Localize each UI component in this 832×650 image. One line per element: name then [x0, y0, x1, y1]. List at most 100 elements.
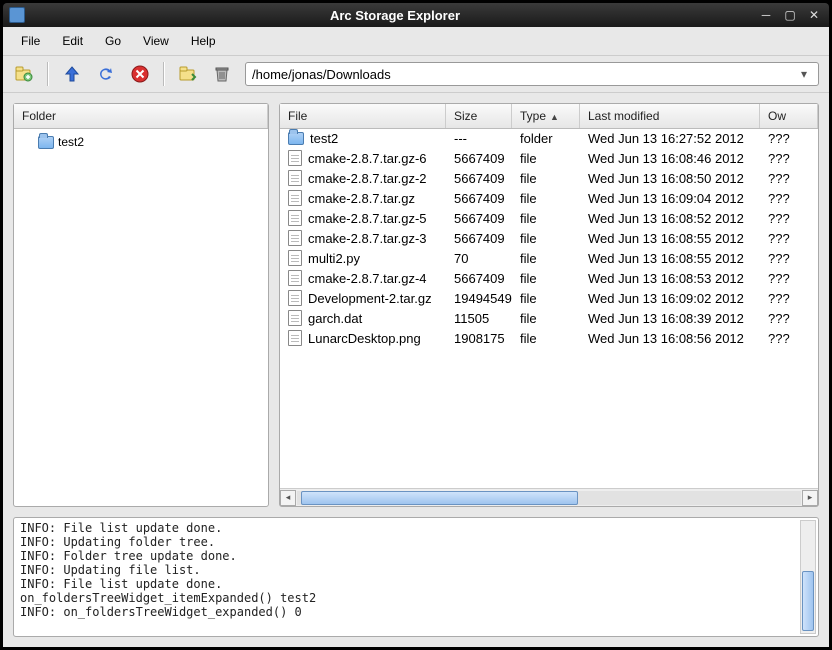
file-size: 5667409 [446, 188, 512, 208]
file-owner: ??? [760, 228, 818, 248]
menubar: File Edit Go View Help [3, 27, 829, 55]
file-name: cmake-2.8.7.tar.gz [308, 191, 415, 206]
file-type: file [512, 248, 580, 268]
log-line: INFO: on_foldersTreeWidget_expanded() 0 [20, 605, 812, 619]
table-row[interactable]: garch.dat11505fileWed Jun 13 16:08:39 20… [280, 308, 818, 328]
file-owner: ??? [760, 208, 818, 228]
file-icon [288, 230, 302, 246]
file-name: cmake-2.8.7.tar.gz-3 [308, 231, 427, 246]
file-icon [288, 310, 302, 326]
table-row[interactable]: cmake-2.8.7.tar.gz-55667409fileWed Jun 1… [280, 208, 818, 228]
file-icon [288, 330, 302, 346]
table-row[interactable]: cmake-2.8.7.tar.gz-65667409fileWed Jun 1… [280, 148, 818, 168]
file-list-panel: File Size Type▲ Last modified Ow test2 --… [279, 103, 819, 507]
log-line: INFO: Folder tree update done. [20, 549, 812, 563]
log-line: INFO: File list update done. [20, 577, 812, 591]
menu-view[interactable]: View [133, 31, 179, 51]
new-folder-icon[interactable] [13, 63, 35, 85]
file-icon [288, 210, 302, 226]
file-modified: Wed Jun 13 16:09:02 2012 [580, 288, 760, 308]
log-line: INFO: Updating file list. [20, 563, 812, 577]
menu-file[interactable]: File [11, 31, 50, 51]
file-icon [288, 290, 302, 306]
log-line: INFO: File list update done. [20, 521, 812, 535]
vertical-scrollbar[interactable] [800, 520, 816, 634]
path-combobox[interactable]: ▾ [245, 62, 819, 86]
scroll-right-icon[interactable]: ▸ [802, 490, 818, 506]
file-size: 5667409 [446, 208, 512, 228]
col-type[interactable]: Type▲ [512, 104, 580, 128]
file-modified: Wed Jun 13 16:08:55 2012 [580, 228, 760, 248]
file-name: test2 [310, 131, 338, 146]
menu-go[interactable]: Go [95, 31, 131, 51]
file-modified: Wed Jun 13 16:08:52 2012 [580, 208, 760, 228]
log-panel[interactable]: INFO: File list update done.INFO: Updati… [13, 517, 819, 637]
col-size[interactable]: Size [446, 104, 512, 128]
file-type: file [512, 288, 580, 308]
file-icon [288, 150, 302, 166]
file-owner: ??? [760, 248, 818, 268]
scroll-thumb[interactable] [802, 571, 814, 631]
refresh-icon[interactable] [95, 63, 117, 85]
table-row[interactable]: Development-2.tar.gz19494549fileWed Jun … [280, 288, 818, 308]
scroll-left-icon[interactable]: ◂ [280, 490, 296, 506]
menu-edit[interactable]: Edit [52, 31, 93, 51]
tree-item[interactable]: test2 [18, 133, 264, 151]
titlebar[interactable]: Arc Storage Explorer ─ ▢ ✕ [3, 3, 829, 27]
file-modified: Wed Jun 13 16:08:56 2012 [580, 328, 760, 348]
window-title: Arc Storage Explorer [33, 8, 757, 23]
open-folder-icon[interactable] [177, 63, 199, 85]
file-name: cmake-2.8.7.tar.gz-6 [308, 151, 427, 166]
table-row[interactable]: cmake-2.8.7.tar.gz5667409fileWed Jun 13 … [280, 188, 818, 208]
file-modified: Wed Jun 13 16:08:39 2012 [580, 308, 760, 328]
folder-header[interactable]: Folder [14, 104, 268, 128]
file-owner: ??? [760, 288, 818, 308]
minimize-button[interactable]: ─ [757, 8, 775, 22]
sort-asc-icon: ▲ [550, 112, 559, 122]
table-row[interactable]: cmake-2.8.7.tar.gz-35667409fileWed Jun 1… [280, 228, 818, 248]
file-name: LunarcDesktop.png [308, 331, 421, 346]
path-input[interactable] [252, 67, 796, 82]
folder-tree[interactable]: test2 [14, 129, 268, 506]
log-line: INFO: Updating folder tree. [20, 535, 812, 549]
file-size: --- [446, 129, 512, 148]
table-row[interactable]: cmake-2.8.7.tar.gz-45667409fileWed Jun 1… [280, 268, 818, 288]
up-arrow-icon[interactable] [61, 63, 83, 85]
col-file[interactable]: File [280, 104, 446, 128]
file-type: file [512, 268, 580, 288]
table-row[interactable]: LunarcDesktop.png1908175fileWed Jun 13 1… [280, 328, 818, 348]
file-owner: ??? [760, 188, 818, 208]
close-button[interactable]: ✕ [805, 8, 823, 22]
file-name: garch.dat [308, 311, 362, 326]
table-row[interactable]: multi2.py70fileWed Jun 13 16:08:55 2012?… [280, 248, 818, 268]
file-icon [288, 190, 302, 206]
col-owner[interactable]: Ow [760, 104, 818, 128]
file-name: multi2.py [308, 251, 360, 266]
trash-icon[interactable] [211, 63, 233, 85]
stop-icon[interactable] [129, 63, 151, 85]
file-owner: ??? [760, 129, 818, 148]
file-modified: Wed Jun 13 16:08:55 2012 [580, 248, 760, 268]
file-icon [288, 270, 302, 286]
file-owner: ??? [760, 328, 818, 348]
file-modified: Wed Jun 13 16:27:52 2012 [580, 129, 760, 148]
chevron-down-icon[interactable]: ▾ [796, 67, 812, 81]
horizontal-scrollbar[interactable]: ◂ ▸ [280, 488, 818, 506]
file-type: file [512, 308, 580, 328]
file-type: file [512, 208, 580, 228]
folder-icon [288, 132, 304, 145]
folder-tree-panel: Folder test2 [13, 103, 269, 507]
menu-help[interactable]: Help [181, 31, 226, 51]
table-row[interactable]: cmake-2.8.7.tar.gz-25667409fileWed Jun 1… [280, 168, 818, 188]
folder-icon [38, 136, 54, 149]
table-row[interactable]: test2 ---folderWed Jun 13 16:27:52 2012??… [280, 129, 818, 148]
file-modified: Wed Jun 13 16:09:04 2012 [580, 188, 760, 208]
scroll-track[interactable] [297, 491, 801, 505]
col-modified[interactable]: Last modified [580, 104, 760, 128]
file-type: folder [512, 129, 580, 148]
log-line: on_foldersTreeWidget_itemExpanded() test… [20, 591, 812, 605]
maximize-button[interactable]: ▢ [781, 8, 799, 22]
file-table[interactable]: test2 ---folderWed Jun 13 16:27:52 2012??… [280, 129, 818, 488]
file-type: file [512, 328, 580, 348]
scroll-thumb[interactable] [301, 491, 578, 505]
